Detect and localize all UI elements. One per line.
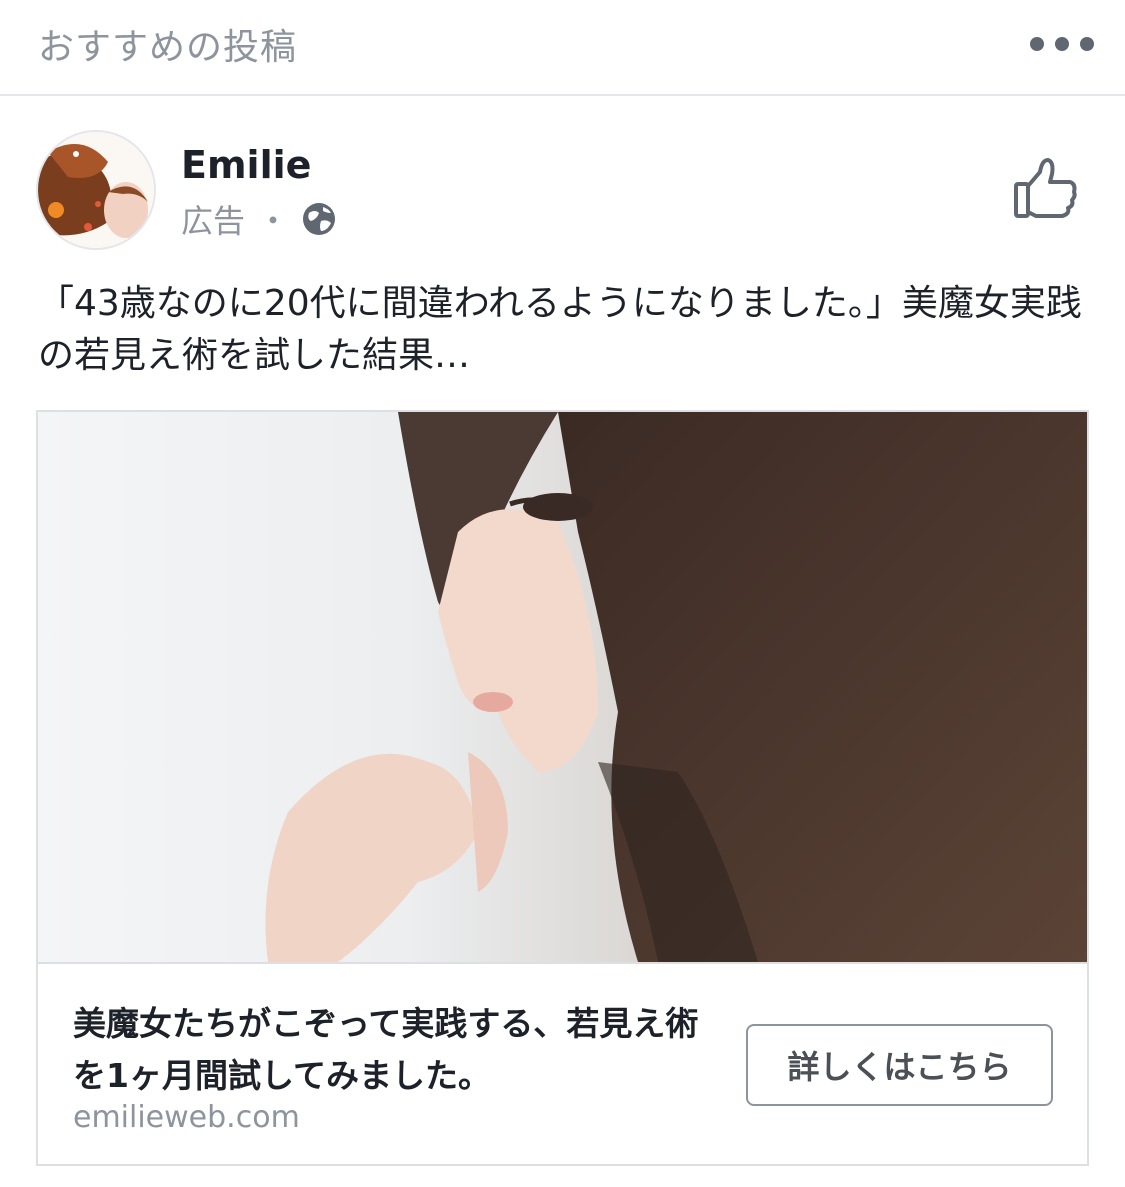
author-name[interactable]: Emilie — [181, 143, 311, 187]
post-meta: 広告 ・ — [181, 198, 337, 240]
section-title: おすすめの投稿 — [38, 27, 298, 68]
thumbs-up-icon — [1014, 158, 1077, 218]
section-header: おすすめの投稿 — [0, 0, 1125, 96]
like-button[interactable] — [1012, 154, 1080, 222]
more-horizontal-icon — [1030, 37, 1044, 51]
more-dot — [1055, 37, 1069, 51]
sponsored-label: 広告 — [181, 202, 246, 240]
learn-more-button[interactable]: 詳しくはこちら — [746, 1024, 1053, 1106]
card-footer: 美魔女たちがこぞって実践する、若見え術を1ヶ月間試してみました。 emiliew… — [38, 962, 1087, 1164]
card-headline[interactable]: 美魔女たちがこぞって実践する、若見え術を1ヶ月間試してみました。 — [73, 998, 713, 1102]
card-domain: emilieweb.com — [73, 1100, 300, 1135]
more-dot — [1080, 37, 1094, 51]
link-card[interactable]: 美魔女たちがこぞって実践する、若見え術を1ヶ月間試してみました。 emiliew… — [36, 410, 1089, 1166]
ad-image — [38, 412, 1087, 962]
more-options-button[interactable] — [1030, 28, 1094, 60]
post-text: 「43歳なのに20代に間違われるようになりました。」美魔女実践の若見え術を試した… — [38, 283, 1082, 376]
avatar[interactable] — [36, 130, 156, 250]
globe-icon — [303, 203, 336, 235]
avatar-image — [38, 132, 154, 248]
meta-separator: ・ — [257, 202, 290, 240]
